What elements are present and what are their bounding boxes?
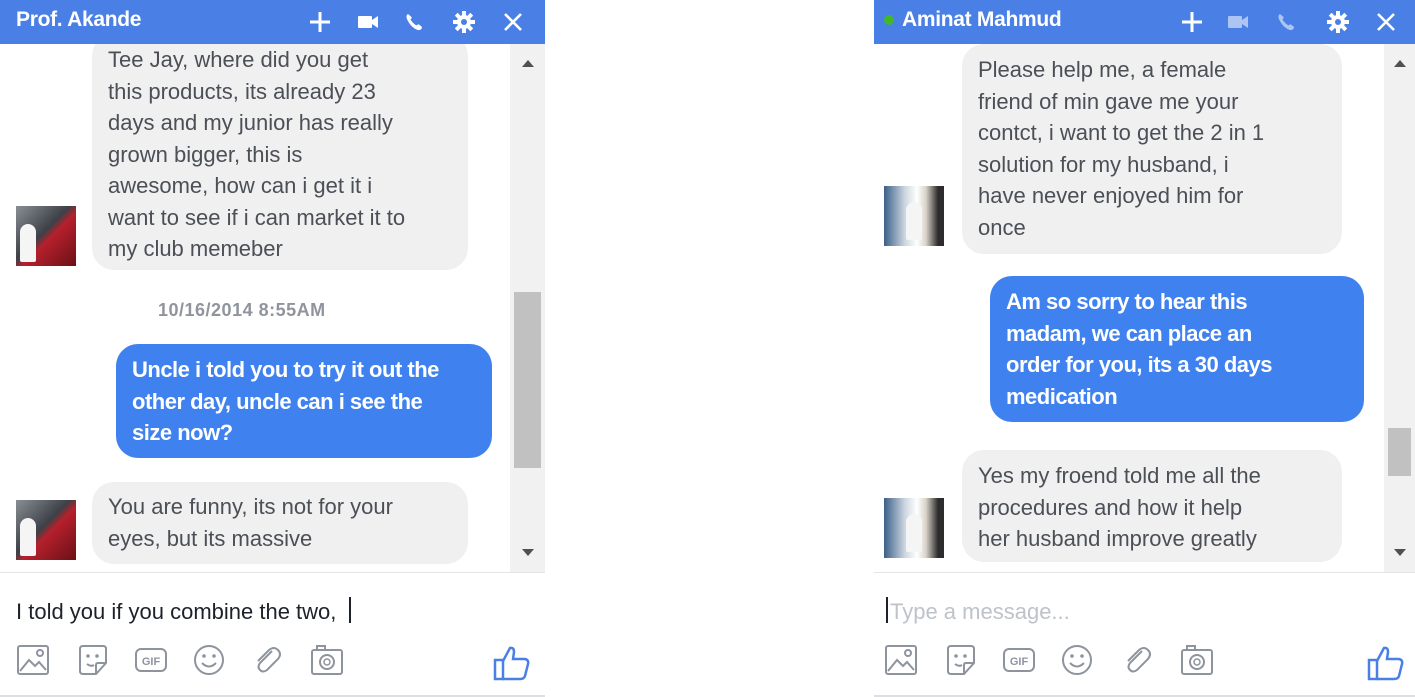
avatar[interactable]	[884, 186, 944, 246]
close-icon[interactable]	[497, 6, 529, 38]
message-text: Tee Jay, where did you get this products…	[108, 47, 406, 261]
contact-name[interactable]: Aminat Mahmud	[902, 8, 1062, 32]
text-caret	[886, 597, 888, 623]
message-text: Yes my froend told me all the procedures…	[978, 463, 1261, 551]
emoji-icon[interactable]	[192, 643, 226, 677]
online-status-dot	[884, 15, 894, 25]
sticker-icon[interactable]	[76, 643, 110, 677]
avatar[interactable]	[16, 500, 76, 560]
video-camera-icon[interactable]	[352, 6, 384, 38]
plus-icon[interactable]	[304, 6, 336, 38]
scroll-thumb[interactable]	[514, 292, 541, 468]
outgoing-message: Am so sorry to hear this madam, we can p…	[990, 276, 1364, 422]
message-input[interactable]: Type a message...	[886, 597, 1070, 625]
sticker-icon[interactable]	[944, 643, 978, 677]
message-list[interactable]: Tee Jay, where did you get this products…	[0, 44, 510, 572]
scrollbar[interactable]	[510, 44, 545, 572]
message-list[interactable]: Please help me, a female friend of min g…	[874, 44, 1384, 572]
text-caret	[348, 597, 351, 623]
incoming-message: Please help me, a female friend of min g…	[962, 44, 1342, 254]
gif-icon[interactable]: GIF	[134, 643, 168, 677]
close-icon[interactable]	[1370, 6, 1402, 38]
plus-icon[interactable]	[1176, 6, 1208, 38]
scroll-down-arrow-icon[interactable]	[1393, 549, 1406, 556]
image-icon[interactable]	[16, 643, 50, 677]
avatar[interactable]	[884, 498, 944, 558]
chat-window-aminat-mahmud: Aminat Mahmud Please help me, a female f…	[874, 0, 1415, 697]
attachment-icon[interactable]	[1120, 643, 1154, 677]
thumbs-up-icon[interactable]	[492, 643, 532, 683]
phone-icon[interactable]	[398, 6, 430, 38]
message-text: Am so sorry to hear this madam, we can p…	[1006, 289, 1272, 409]
thumbs-up-icon[interactable]	[1366, 643, 1406, 683]
message-input-placeholder: Type a message...	[890, 599, 1070, 624]
message-composer: I told you if you combine the two, GIF	[0, 572, 545, 697]
chat-header[interactable]: Aminat Mahmud	[874, 0, 1415, 44]
svg-text:GIF: GIF	[142, 656, 161, 668]
chat-header[interactable]: Prof. Akande	[0, 0, 545, 44]
chat-window-prof-akande: Prof. Akande Tee Jay, where did you get …	[0, 0, 545, 697]
camera-icon[interactable]	[1180, 643, 1214, 677]
attachment-icon[interactable]	[250, 643, 284, 677]
incoming-message: Tee Jay, where did you get this products…	[92, 44, 468, 270]
message-text: Please help me, a female friend of min g…	[978, 57, 1265, 240]
scroll-down-arrow-icon[interactable]	[521, 549, 534, 556]
message-composer: Type a message... GIF	[874, 572, 1415, 697]
incoming-message: Yes my froend told me all the procedures…	[962, 450, 1342, 562]
scroll-thumb[interactable]	[1388, 428, 1411, 476]
svg-text:GIF: GIF	[1010, 656, 1029, 668]
scrollbar[interactable]	[1384, 44, 1415, 572]
gif-icon[interactable]: GIF	[1002, 643, 1036, 677]
gear-icon[interactable]	[448, 6, 480, 38]
incoming-message: You are funny, its not for your eyes, bu…	[92, 482, 468, 564]
scroll-up-arrow-icon[interactable]	[521, 60, 534, 67]
camera-icon[interactable]	[310, 643, 344, 677]
contact-name[interactable]: Prof. Akande	[16, 8, 141, 32]
scroll-up-arrow-icon[interactable]	[1393, 60, 1406, 67]
message-input-text: I told you if you combine the two,	[16, 599, 343, 624]
phone-icon[interactable]	[1270, 6, 1302, 38]
emoji-icon[interactable]	[1060, 643, 1094, 677]
gear-icon[interactable]	[1322, 6, 1354, 38]
message-input[interactable]: I told you if you combine the two,	[16, 597, 351, 625]
message-text: Uncle i told you to try it out the other…	[132, 357, 439, 445]
video-camera-icon[interactable]	[1222, 6, 1254, 38]
avatar[interactable]	[16, 206, 76, 266]
outgoing-message: Uncle i told you to try it out the other…	[116, 344, 492, 458]
image-icon[interactable]	[884, 643, 918, 677]
message-text: You are funny, its not for your eyes, bu…	[108, 494, 393, 551]
message-timestamp: 10/16/2014 8:55AM	[158, 300, 326, 320]
